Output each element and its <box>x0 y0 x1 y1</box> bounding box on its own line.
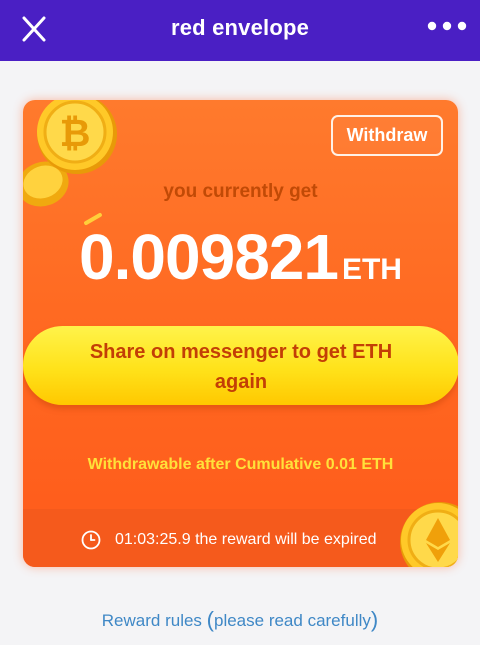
clock-icon <box>81 530 101 550</box>
header-bar: red envelope <box>0 0 480 61</box>
withdraw-button[interactable]: Withdraw <box>331 115 443 156</box>
eth-amount: 0.009821 <box>79 221 339 293</box>
more-icon <box>427 21 467 31</box>
currency-label: ETH <box>341 253 402 286</box>
withdrawable-note: Withdrawable after Cumulative 0.01 ETH <box>87 456 394 473</box>
rules-note: please read carefully <box>214 611 371 630</box>
expiry-time: 01:03:25.9 <box>115 531 191 548</box>
reward-rules-link[interactable]: Reward rules (please read carefully) <box>0 607 480 633</box>
expiry-text: the reward will be expired <box>195 531 377 548</box>
ethereum-coin-icon <box>400 502 458 567</box>
svg-text:₿: ₿ <box>60 111 91 155</box>
share-messenger-button[interactable]: Share on messenger to get ETH again <box>23 326 458 405</box>
expiry-row: 01:03:25.9 the reward will be expired <box>81 530 377 550</box>
more-button[interactable] <box>424 12 470 42</box>
currently-get-label: you currently get <box>163 181 318 202</box>
share-label-line1: Share on messenger to get ETH <box>89 341 393 363</box>
rules-paren-close: ) <box>370 607 379 632</box>
rules-paren-open: ( <box>206 607 214 632</box>
share-label-line2: again <box>214 371 268 393</box>
rules-label: Reward rules <box>101 611 202 630</box>
red-envelope-card: ₿ Withdraw you currently get 0.009821 ETH… <box>23 100 458 567</box>
amount-display: 0.009821 ETH <box>23 220 458 294</box>
page-title: red envelope <box>170 15 310 40</box>
